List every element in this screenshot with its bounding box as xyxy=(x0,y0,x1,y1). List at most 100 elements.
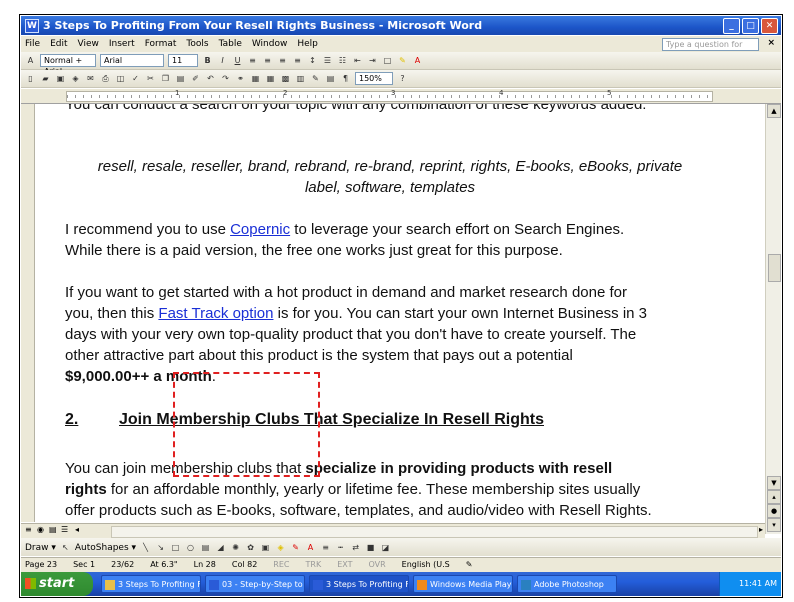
menu-tools[interactable]: Tools xyxy=(186,39,208,49)
new-document-icon[interactable]: ▯ xyxy=(25,73,36,84)
border-icon[interactable]: □ xyxy=(382,55,393,66)
document-close-icon[interactable]: × xyxy=(767,38,775,48)
line-spacing-icon[interactable]: ↕ xyxy=(307,55,318,66)
taskbar-item[interactable]: 3 Steps To Profiting F... xyxy=(101,575,201,593)
spelling-status-icon[interactable]: ✎ xyxy=(466,560,473,569)
align-left-icon[interactable]: ≡ xyxy=(247,55,258,66)
clipart-icon[interactable]: ✿ xyxy=(245,542,256,553)
dash-style-icon[interactable]: ┅ xyxy=(335,542,346,553)
menu-window[interactable]: Window xyxy=(252,39,288,49)
title-bar[interactable]: W 3 Steps To Profiting From Your Resell … xyxy=(21,16,781,35)
increase-indent-icon[interactable]: ⇥ xyxy=(367,55,378,66)
taskbar-item[interactable]: Adobe Photoshop xyxy=(517,575,617,593)
bullets-icon[interactable]: ☷ xyxy=(337,55,348,66)
menu-table[interactable]: Table xyxy=(219,39,242,49)
clock[interactable]: 11:41 AM xyxy=(739,579,777,588)
format-painter-icon[interactable]: ✐ xyxy=(190,73,201,84)
fill-color-icon[interactable]: ◈ xyxy=(275,542,286,553)
print-preview-icon[interactable]: ◫ xyxy=(115,73,126,84)
bold-icon[interactable]: B xyxy=(202,55,213,66)
wordart-icon[interactable]: ◢ xyxy=(215,542,226,553)
show-hide-icon[interactable]: ¶ xyxy=(340,73,351,84)
browse-object-icon[interactable]: ● xyxy=(767,504,781,518)
menu-format[interactable]: Format xyxy=(145,39,177,49)
picture-icon[interactable]: ▣ xyxy=(260,542,271,553)
select-objects-icon[interactable]: ↖ xyxy=(60,542,71,553)
status-trk[interactable]: TRK xyxy=(306,560,322,569)
font-size-select[interactable]: 11 xyxy=(168,54,198,67)
normal-view-icon[interactable]: ≡ xyxy=(25,525,32,534)
decrease-indent-icon[interactable]: ⇤ xyxy=(352,55,363,66)
email-icon[interactable]: ✉ xyxy=(85,73,96,84)
scroll-up-icon[interactable]: ▲ xyxy=(767,104,781,118)
scroll-right-icon[interactable]: ▸ xyxy=(759,525,763,534)
document-map-icon[interactable]: ▤ xyxy=(325,73,336,84)
taskbar-item[interactable]: 03 - Step-by-Step to ... xyxy=(205,575,305,593)
close-button[interactable]: ✕ xyxy=(761,18,778,34)
scroll-down-icon[interactable]: ▼ xyxy=(767,476,781,490)
next-page-icon[interactable]: ▾ xyxy=(767,518,781,532)
justify-icon[interactable]: ≡ xyxy=(292,55,303,66)
print-layout-icon[interactable]: ▤ xyxy=(49,525,57,534)
menu-help[interactable]: Help xyxy=(297,39,318,49)
draw-font-color-icon[interactable]: A xyxy=(305,542,316,553)
taskbar-item[interactable]: Windows Media Player xyxy=(413,575,513,593)
line-icon[interactable]: ╲ xyxy=(140,542,151,553)
font-select[interactable]: Arial xyxy=(100,54,164,67)
drawing-icon[interactable]: ✎ xyxy=(310,73,321,84)
vertical-ruler[interactable] xyxy=(21,104,35,522)
help-icon[interactable]: ? xyxy=(397,73,408,84)
previous-page-icon[interactable]: ▴ xyxy=(767,490,781,504)
print-icon[interactable]: ⎙ xyxy=(100,73,111,84)
hyperlink-icon[interactable]: ⚭ xyxy=(235,73,246,84)
fast-track-link[interactable]: Fast Track option xyxy=(158,305,273,322)
line-color-icon[interactable]: ✎ xyxy=(290,542,301,553)
minimize-button[interactable]: _ xyxy=(723,18,740,34)
copy-icon[interactable]: ❐ xyxy=(160,73,171,84)
tables-borders-icon[interactable]: ▦ xyxy=(250,73,261,84)
draw-menu[interactable]: Draw ▾ xyxy=(25,543,56,553)
autoshapes-menu[interactable]: AutoShapes ▾ xyxy=(75,543,136,553)
paste-icon[interactable]: ▤ xyxy=(175,73,186,84)
rectangle-icon[interactable]: □ xyxy=(170,542,181,553)
menu-edit[interactable]: Edit xyxy=(50,39,67,49)
copernic-link[interactable]: Copernic xyxy=(230,221,290,238)
undo-icon[interactable]: ↶ xyxy=(205,73,216,84)
menu-file[interactable]: File xyxy=(25,39,40,49)
shadow-icon[interactable]: ■ xyxy=(365,542,376,553)
underline-icon[interactable]: U xyxy=(232,55,243,66)
insert-table-icon[interactable]: ▦ xyxy=(265,73,276,84)
menu-insert[interactable]: Insert xyxy=(109,39,135,49)
horizontal-ruler[interactable]: 1 2 3 4 5 xyxy=(21,89,781,104)
numbering-icon[interactable]: ☰ xyxy=(322,55,333,66)
insert-excel-icon[interactable]: ▩ xyxy=(280,73,291,84)
3d-icon[interactable]: ◪ xyxy=(380,542,391,553)
font-color-icon[interactable]: A xyxy=(412,55,423,66)
arrow-icon[interactable]: ↘ xyxy=(155,542,166,553)
diagram-icon[interactable]: ✺ xyxy=(230,542,241,553)
align-right-icon[interactable]: ≡ xyxy=(277,55,288,66)
style-select[interactable]: Normal + Arial, xyxy=(40,54,96,76)
scroll-left-icon[interactable]: ◂ xyxy=(75,525,79,534)
textbox-icon[interactable]: ▤ xyxy=(200,542,211,553)
line-style-icon[interactable]: ≡ xyxy=(320,542,331,553)
align-center-icon[interactable]: ≡ xyxy=(262,55,273,66)
status-rec[interactable]: REC xyxy=(273,560,289,569)
highlight-icon[interactable]: ✎ xyxy=(397,55,408,66)
zoom-select[interactable]: 150% xyxy=(355,72,393,85)
start-button[interactable]: start xyxy=(21,572,93,596)
open-icon[interactable]: ▰ xyxy=(40,73,51,84)
ask-question-box[interactable]: Type a question for help xyxy=(662,38,759,60)
vertical-scrollbar[interactable]: ▲ ▼ ▴ ● ▾ xyxy=(765,104,781,534)
arrow-style-icon[interactable]: ⇄ xyxy=(350,542,361,553)
outline-view-icon[interactable]: ☰ xyxy=(61,525,68,534)
scroll-thumb[interactable] xyxy=(768,254,781,282)
taskbar-item-active[interactable]: 3 Steps To Profiting F... xyxy=(309,575,409,593)
save-icon[interactable]: ▣ xyxy=(55,73,66,84)
document-page[interactable]: You can conduct a search on your topic w… xyxy=(35,104,764,524)
cut-icon[interactable]: ✂ xyxy=(145,73,156,84)
horizontal-scrollbar[interactable] xyxy=(111,526,758,538)
menu-view[interactable]: View xyxy=(78,39,99,49)
status-ovr[interactable]: OVR xyxy=(368,560,385,569)
status-ext[interactable]: EXT xyxy=(337,560,352,569)
